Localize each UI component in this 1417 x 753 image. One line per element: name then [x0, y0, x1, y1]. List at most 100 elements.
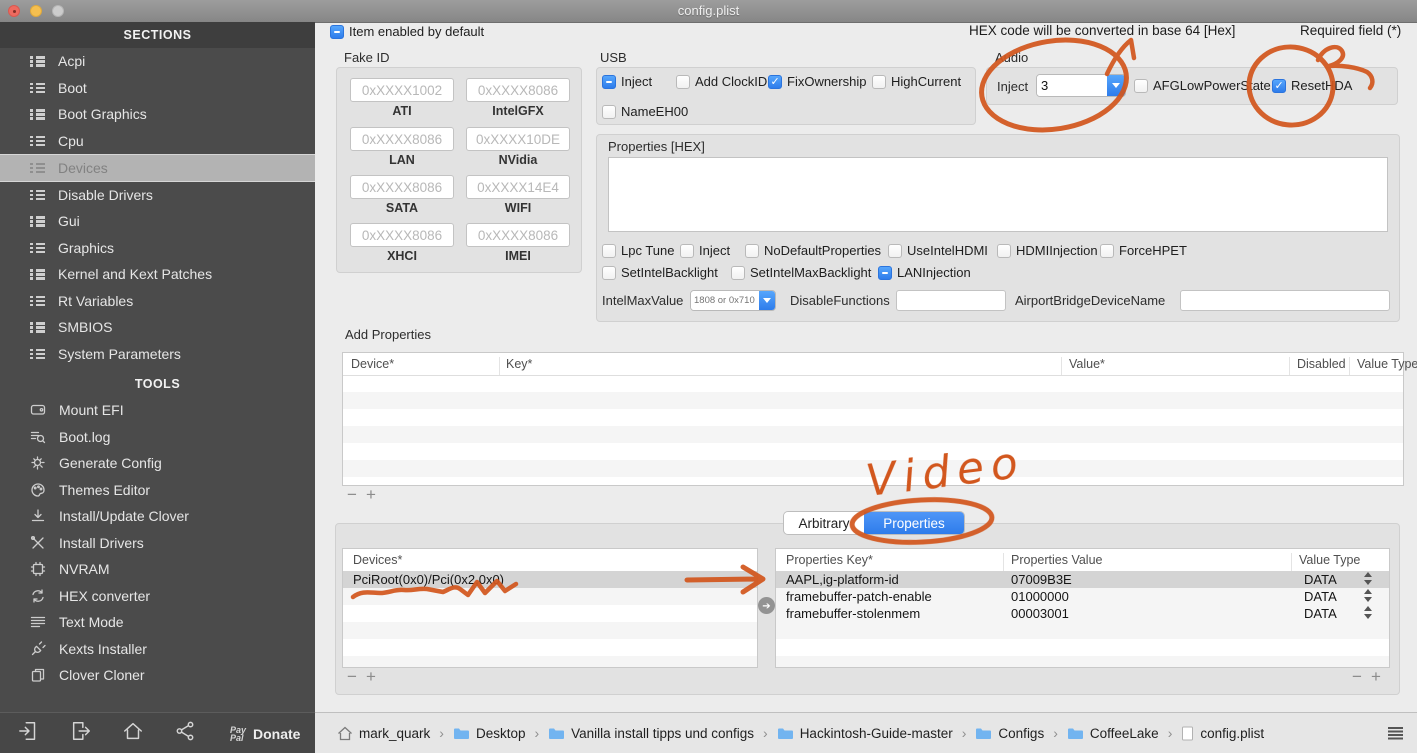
chevron-down-icon[interactable] [759, 291, 775, 310]
add-property-button[interactable]: + [363, 486, 379, 503]
usb-nameeh00-checkbox[interactable]: NameEH00 [602, 104, 688, 119]
useintelhdmi-checkbox[interactable]: UseIntelHDMI [888, 243, 988, 258]
sidebar-item-gui[interactable]: Gui [0, 208, 315, 235]
apply-to-device-button[interactable] [758, 597, 775, 614]
remove-property-button[interactable]: − [344, 486, 360, 503]
sidebar-item-smbios[interactable]: SMBIOS [0, 314, 315, 341]
sidebar-item-disable-drivers[interactable]: Disable Drivers [0, 182, 315, 209]
sidebar-tool-hex-converter[interactable]: HEX converter [0, 583, 315, 610]
breadcrumb-item[interactable]: CoffeeLake [1090, 726, 1159, 741]
import-config-button[interactable] [18, 720, 40, 747]
checkbox-box[interactable] [731, 265, 745, 280]
checkbox-box[interactable] [872, 74, 886, 89]
setintelbacklight-checkbox[interactable]: SetIntelBacklight [602, 265, 718, 280]
breadcrumb-item[interactable]: config.plist [1200, 726, 1264, 741]
breadcrumb-item[interactable]: Desktop [476, 726, 526, 741]
property-row[interactable]: framebuffer-stolenmem 00003001 DATA [776, 605, 1389, 622]
checkbox-box[interactable] [1134, 78, 1148, 93]
checkbox-box[interactable] [1272, 78, 1286, 93]
remove-device-button[interactable]: − [344, 668, 360, 685]
sidebar-tool-mount-efi[interactable]: Mount EFI [0, 397, 315, 424]
sidebar-item-system-parameters[interactable]: System Parameters [0, 341, 315, 368]
column-properties-key[interactable]: Properties Key* [786, 553, 873, 567]
column-disabled[interactable]: Disabled [1297, 357, 1346, 371]
column-device[interactable]: Device* [351, 357, 394, 371]
chevron-down-icon[interactable] [1107, 75, 1125, 96]
checkbox-box[interactable] [680, 243, 694, 258]
sidebar-item-devices[interactable]: Devices [0, 154, 315, 182]
fake-id-intelgfx-input[interactable] [466, 78, 570, 102]
breadcrumb-item[interactable]: Vanilla install tipps und configs [571, 726, 754, 741]
home-button[interactable] [122, 720, 144, 747]
hdmiinjection-checkbox[interactable]: HDMIInjection [997, 243, 1098, 258]
audio-resethda-checkbox[interactable]: ResetHDA [1272, 78, 1352, 93]
sidebar-item-boot[interactable]: Boot [0, 75, 315, 102]
setintelmaxbacklight-checkbox[interactable]: SetIntelMaxBacklight [731, 265, 871, 280]
sidebar-item-acpi[interactable]: Acpi [0, 48, 315, 75]
sidebar-item-graphics[interactable]: Graphics [0, 235, 315, 262]
nodefaultproperties-checkbox[interactable]: NoDefaultProperties [745, 243, 881, 258]
property-row[interactable]: framebuffer-patch-enable 01000000 DATA [776, 588, 1389, 605]
donate-button[interactable]: Donate [253, 726, 300, 742]
checkbox-box[interactable] [768, 74, 782, 89]
usb-addclockid-checkbox[interactable]: Add ClockID [676, 74, 767, 89]
fake-id-nvidia-input[interactable] [466, 127, 570, 151]
tab-arbitrary[interactable]: Arbitrary [784, 512, 864, 534]
fake-id-xhci-input[interactable] [350, 223, 454, 247]
sidebar-tool-install-update-clover[interactable]: Install/Update Clover [0, 503, 315, 530]
checkbox-box[interactable] [330, 24, 344, 39]
sidebar-tool-kexts-installer[interactable]: Kexts Installer [0, 636, 315, 663]
sidebar-tool-nvram[interactable]: NVRAM [0, 556, 315, 583]
intelmaxvalue-input[interactable] [691, 291, 759, 310]
breadcrumb-item[interactable]: Configs [998, 726, 1044, 741]
checkbox-box[interactable] [602, 74, 616, 89]
column-value-type[interactable]: Value Type [1299, 553, 1360, 567]
checkbox-box[interactable] [676, 74, 690, 89]
column-devices[interactable]: Devices* [353, 553, 402, 567]
column-value-type[interactable]: Value Type [1357, 357, 1417, 371]
usb-fixownership-checkbox[interactable]: FixOwnership [768, 74, 866, 89]
sidebar-tool-text-mode[interactable]: Text Mode [0, 609, 315, 636]
breadcrumb-item[interactable]: Hackintosh-Guide-master [800, 726, 953, 741]
inject-checkbox[interactable]: Inject [680, 243, 730, 258]
sidebar-tool-install-drivers[interactable]: Install Drivers [0, 530, 315, 557]
audio-inject-combobox[interactable] [1036, 74, 1126, 97]
checkbox-box[interactable] [602, 104, 616, 119]
value-type-stepper[interactable] [1364, 589, 1373, 602]
value-type-stepper[interactable] [1364, 572, 1373, 585]
sidebar-tool-clover-cloner[interactable]: Clover Cloner [0, 662, 315, 689]
sidebar-tool-themes-editor[interactable]: Themes Editor [0, 477, 315, 504]
disablefunctions-input[interactable] [896, 290, 1006, 311]
export-config-button[interactable] [70, 720, 92, 747]
fake-id-ati-input[interactable] [350, 78, 454, 102]
forcehpet-checkbox[interactable]: ForceHPET [1100, 243, 1187, 258]
fake-id-sata-input[interactable] [350, 175, 454, 199]
paypal-icon[interactable]: Pay Pal [230, 725, 246, 742]
tab-properties[interactable]: Properties [864, 512, 964, 534]
column-key[interactable]: Key* [506, 357, 532, 371]
item-enabled-checkbox[interactable]: Item enabled by default [330, 24, 484, 39]
checkbox-box[interactable] [888, 243, 902, 258]
checkbox-box[interactable] [602, 243, 616, 258]
checkbox-box[interactable] [745, 243, 759, 258]
sidebar-item-boot-graphics[interactable]: Boot Graphics [0, 101, 315, 128]
fake-id-imei-input[interactable] [466, 223, 570, 247]
checkbox-box[interactable] [602, 265, 616, 280]
fake-id-wifi-input[interactable] [466, 175, 570, 199]
airportbridgedevicename-input[interactable] [1180, 290, 1390, 311]
add-property-row-button[interactable]: + [1368, 668, 1384, 685]
lpc-tune-checkbox[interactable]: Lpc Tune [602, 243, 675, 258]
sidebar-tool-boot-log[interactable]: Boot.log [0, 424, 315, 451]
sidebar-item-cpu[interactable]: Cpu [0, 128, 315, 155]
audio-afglowpowerstate-checkbox[interactable]: AFGLowPowerState [1134, 78, 1271, 93]
sidebar-item-rt-variables[interactable]: Rt Variables [0, 288, 315, 315]
usb-inject-checkbox[interactable]: Inject [602, 74, 652, 89]
checkbox-box[interactable] [878, 265, 892, 280]
add-device-button[interactable]: + [363, 668, 379, 685]
property-row[interactable]: AAPL,ig-platform-id 07009B3E DATA [776, 571, 1389, 588]
share-button[interactable] [174, 720, 196, 747]
column-value[interactable]: Value* [1069, 357, 1105, 371]
fake-id-lan-input[interactable] [350, 127, 454, 151]
laninjection-checkbox[interactable]: LANInjection [878, 265, 971, 280]
audio-inject-value-input[interactable] [1037, 75, 1107, 96]
